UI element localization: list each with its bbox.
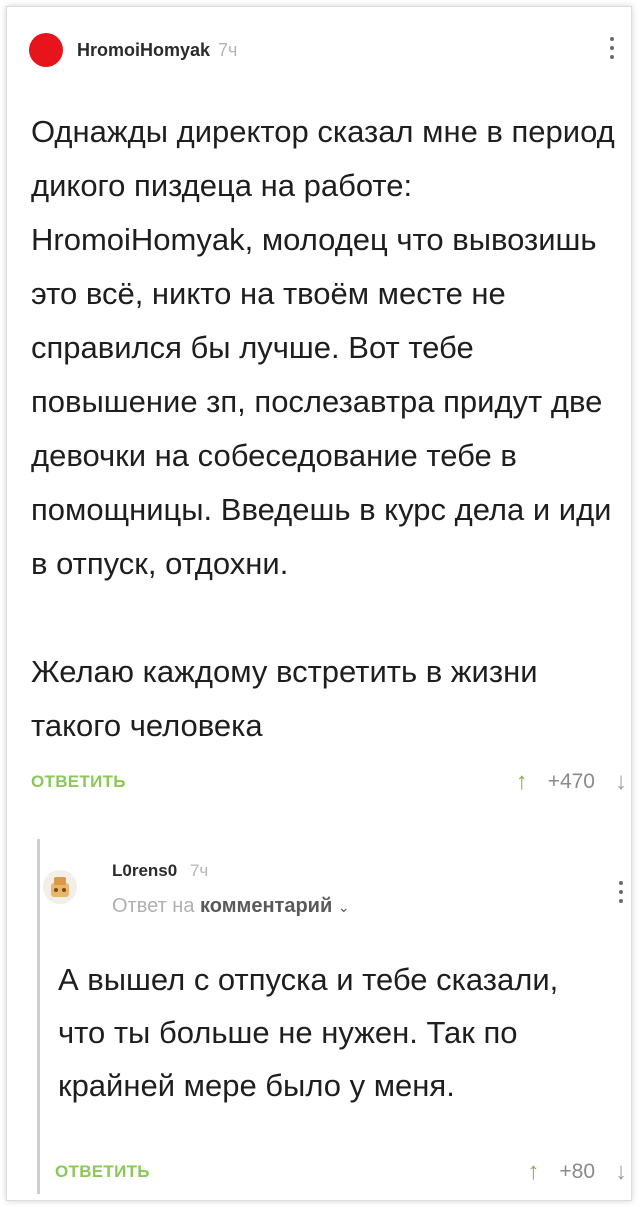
rating-score: +80 — [559, 1160, 595, 1183]
comment-paragraph: Желаю каждому встретить в жизни такого ч… — [31, 654, 538, 743]
reply-to-target[interactable]: комментарий — [200, 895, 332, 917]
arrow-up-icon[interactable]: ↑ — [527, 1158, 539, 1186]
arrow-down-icon[interactable]: ↓ — [615, 768, 627, 796]
comment-body: Однажды директор сказал мне в период дик… — [31, 105, 621, 753]
kebab-icon[interactable] — [607, 37, 617, 59]
reply-actions: ОТВЕТИТЬ ↑ +80 ↓ — [55, 1157, 627, 1187]
arrow-down-icon[interactable]: ↓ — [615, 1158, 627, 1186]
rating-score: +470 — [547, 770, 595, 793]
reply-button[interactable]: ОТВЕТИТЬ — [55, 1162, 150, 1182]
chevron-down-icon[interactable]: ⌄ — [338, 899, 350, 915]
vote-controls: ↑ +80 ↓ — [527, 1158, 627, 1186]
reply-comment: L0rens0 7ч Ответ на комментарий ⌄ А выше… — [37, 839, 630, 1194]
reply-button[interactable]: ОТВЕТИТЬ — [31, 772, 126, 792]
reply-to-link[interactable]: Ответ на комментарий ⌄ — [112, 895, 350, 918]
reply-time: 7ч — [189, 861, 209, 880]
comment-time: 7ч — [218, 39, 238, 60]
vote-controls: ↑ +470 ↓ — [516, 768, 627, 796]
reply-to-prefix: Ответ на — [112, 895, 195, 917]
reply-author-line: L0rens0 7ч — [112, 861, 208, 881]
comment-actions: ОТВЕТИТЬ ↑ +470 ↓ — [31, 767, 627, 797]
comment-card: HromoiHomyak 7ч Однажды директор сказал … — [6, 6, 632, 1201]
kebab-icon[interactable] — [616, 881, 626, 903]
comment-paragraph: Однажды директор сказал мне в период дик… — [31, 114, 615, 581]
arrow-up-icon[interactable]: ↑ — [516, 768, 528, 796]
avatar[interactable] — [29, 33, 63, 67]
comment-header: HromoiHomyak 7ч — [29, 33, 237, 67]
reply-author[interactable]: L0rens0 — [112, 861, 177, 880]
comment-author[interactable]: HromoiHomyak — [77, 40, 210, 61]
reply-body: А вышел с отпуска и тебе сказали, что ты… — [58, 962, 559, 1103]
avatar[interactable] — [42, 869, 78, 905]
